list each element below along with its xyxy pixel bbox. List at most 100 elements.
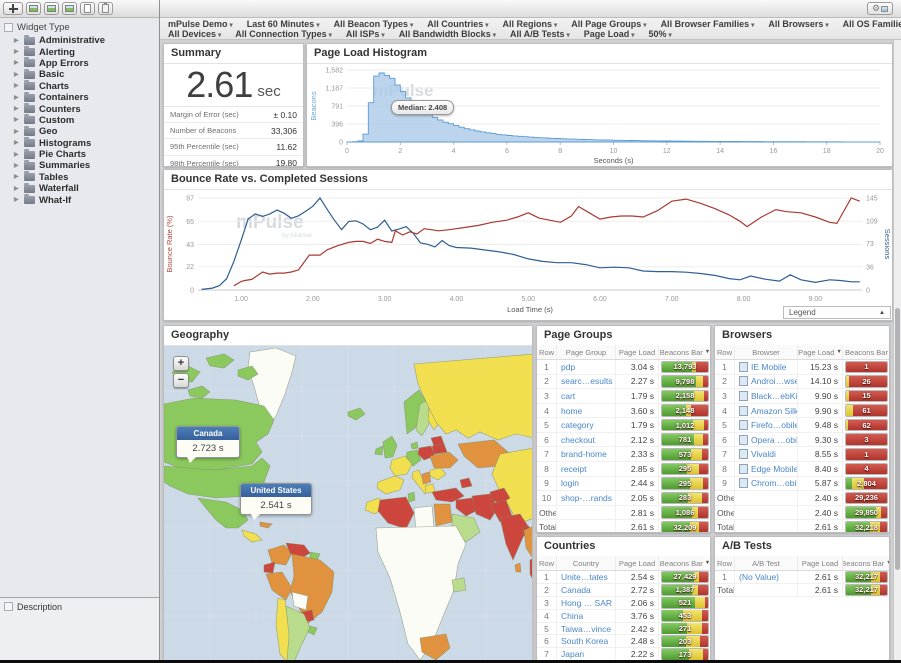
- world-map[interactable]: [164, 346, 533, 661]
- country-egypt[interactable]: [434, 504, 452, 526]
- item-link[interactable]: Black…ebKit: [751, 391, 798, 401]
- filter-all-regions[interactable]: All Regions▾: [503, 19, 558, 29]
- expand-triangle-icon[interactable]: ▶: [14, 197, 20, 203]
- sidebar-item-administrative[interactable]: ▶Administrative: [0, 35, 159, 46]
- sidebar-item-charts[interactable]: ▶Charts: [0, 81, 159, 92]
- filter-all-browser-families[interactable]: All Browser Families▾: [661, 19, 755, 29]
- sidebar-item-counters[interactable]: ▶Counters: [0, 103, 159, 114]
- sidebar-item-summaries[interactable]: ▶Summaries: [0, 160, 159, 171]
- item-link[interactable]: Androi…wser: [751, 376, 798, 386]
- item-link[interactable]: receipt: [561, 464, 587, 474]
- item-link[interactable]: Vivaldi: [751, 449, 776, 459]
- country-kenya[interactable]: [452, 578, 466, 592]
- tree-root-widget-type[interactable]: Widget Type: [0, 18, 159, 35]
- map-zoom-out-button[interactable]: −: [173, 373, 189, 388]
- filter-all-os-families[interactable]: All OS Families▾: [843, 19, 901, 29]
- country-sri-lanka[interactable]: [515, 563, 521, 572]
- widget-picture-button-1[interactable]: [26, 2, 41, 15]
- item-link[interactable]: Firefo…obile: [751, 420, 798, 430]
- copy-page-button[interactable]: [80, 2, 95, 15]
- column-header-a-b-test[interactable]: A/B Test: [735, 556, 798, 570]
- item-link[interactable]: shop-…rands: [561, 493, 612, 503]
- item-link[interactable]: Opera …obile: [751, 435, 798, 445]
- map-zoom-in-button[interactable]: +: [173, 356, 189, 371]
- filter-all-a-b-tests[interactable]: All A/B Tests▾: [510, 29, 570, 39]
- item-link[interactable]: Chrom…obile: [751, 478, 798, 488]
- sidebar-item-histograms[interactable]: ▶Histograms: [0, 138, 159, 149]
- sidebar-item-app-errors[interactable]: ▶App Errors: [0, 58, 159, 69]
- vertical-scrollbar[interactable]: [893, 40, 901, 661]
- filter-page-load[interactable]: Page Load▾: [584, 29, 635, 39]
- filter-all-bandwidth-blocks[interactable]: All Bandwidth Blocks▾: [399, 29, 496, 39]
- expand-triangle-icon[interactable]: ▶: [14, 129, 20, 135]
- item-link[interactable]: Hong … SAR: [561, 598, 612, 608]
- sidebar-item-basic[interactable]: ▶Basic: [0, 69, 159, 80]
- add-widget-button[interactable]: [3, 2, 23, 15]
- item-link[interactable]: home: [561, 406, 582, 416]
- item-link[interactable]: South Korea: [561, 636, 608, 646]
- expand-triangle-icon[interactable]: ▶: [14, 117, 20, 123]
- item-link[interactable]: searc…esults: [561, 376, 613, 386]
- item-link[interactable]: (No Value): [739, 572, 779, 582]
- expand-triangle-icon[interactable]: ▶: [14, 38, 20, 44]
- sidebar-item-alerting[interactable]: ▶Alerting: [0, 46, 159, 57]
- expand-triangle-icon[interactable]: ▶: [14, 152, 20, 158]
- item-link[interactable]: China: [561, 611, 583, 621]
- item-link[interactable]: Canada: [561, 585, 591, 595]
- sidebar-item-tables[interactable]: ▶Tables: [0, 172, 159, 183]
- column-header-row[interactable]: Row: [715, 556, 735, 570]
- sidebar-item-pie-charts[interactable]: ▶Pie Charts: [0, 149, 159, 160]
- sidebar-item-what-if[interactable]: ▶What-If: [0, 194, 159, 205]
- expand-triangle-icon[interactable]: ▶: [14, 72, 20, 78]
- column-header-beacons-bar[interactable]: Beacons Bar▼: [659, 345, 711, 359]
- column-header-row[interactable]: Row: [537, 556, 557, 570]
- column-header-beacons-bar[interactable]: Beacons Bar▼: [659, 556, 711, 570]
- expand-triangle-icon[interactable]: ▶: [14, 60, 20, 66]
- item-link[interactable]: pdp: [561, 362, 575, 372]
- expand-triangle-icon[interactable]: ▶: [14, 186, 20, 192]
- item-link[interactable]: Unite…tates: [561, 572, 608, 582]
- item-link[interactable]: Edge Mobile: [751, 464, 798, 474]
- sidebar-item-containers[interactable]: ▶Containers: [0, 92, 159, 103]
- item-link[interactable]: Japan: [561, 649, 584, 659]
- sidebar-item-waterfall[interactable]: ▶Waterfall: [0, 183, 159, 194]
- column-header-beacons-bar[interactable]: Beacons Bar▼: [843, 556, 890, 570]
- filter-mpulse-demo[interactable]: mPulse Demo▾: [168, 19, 233, 29]
- sidebar-item-geo[interactable]: ▶Geo: [0, 126, 159, 137]
- column-header-row[interactable]: Row: [715, 345, 735, 359]
- filter-50[interactable]: 50%▾: [649, 29, 672, 39]
- column-header-page-load[interactable]: Page Load: [616, 556, 659, 570]
- expand-triangle-icon[interactable]: ▶: [14, 106, 20, 112]
- item-link[interactable]: brand-home: [561, 449, 607, 459]
- filter-all-page-groups[interactable]: All Page Groups▾: [571, 19, 646, 29]
- country-balkans[interactable]: [422, 472, 431, 484]
- expand-triangle-icon[interactable]: ▶: [14, 140, 20, 146]
- legend-toggle[interactable]: Legend ▲: [783, 306, 891, 319]
- expand-triangle-icon[interactable]: ▶: [14, 95, 20, 101]
- country-tunisia[interactable]: [408, 492, 415, 502]
- dashboard-settings-button[interactable]: ⚙: [867, 2, 893, 15]
- scrollbar-thumb[interactable]: [895, 308, 900, 570]
- item-link[interactable]: Taiwa…vince: [561, 624, 611, 634]
- item-link[interactable]: category: [561, 420, 594, 430]
- description-panel[interactable]: Description: [0, 597, 159, 660]
- paste-page-button[interactable]: [98, 2, 113, 15]
- column-header-page-group[interactable]: Page Group: [557, 345, 616, 359]
- filter-all-connection-types[interactable]: All Connection Types▾: [235, 29, 332, 39]
- filter-all-beacon-types[interactable]: All Beacon Types▾: [334, 19, 414, 29]
- sidebar-item-custom[interactable]: ▶Custom: [0, 115, 159, 126]
- expand-triangle-icon[interactable]: ▶: [14, 163, 20, 169]
- column-header-page-load[interactable]: Page Load▼: [798, 345, 843, 359]
- column-header-browser[interactable]: Browser: [735, 345, 798, 359]
- item-link[interactable]: IE Mobile: [751, 362, 786, 372]
- filter-last-60-minutes[interactable]: Last 60 Minutes▾: [247, 19, 320, 29]
- column-header-row[interactable]: Row: [537, 345, 557, 359]
- column-header-country[interactable]: Country: [557, 556, 616, 570]
- widget-picture-button-2[interactable]: [44, 2, 59, 15]
- expand-triangle-icon[interactable]: ▶: [14, 174, 20, 180]
- item-link[interactable]: cart: [561, 391, 575, 401]
- expand-triangle-icon[interactable]: ▶: [14, 83, 20, 89]
- item-link[interactable]: checkout: [561, 435, 595, 445]
- filter-all-browsers[interactable]: All Browsers▾: [768, 19, 828, 29]
- item-link[interactable]: login: [561, 478, 579, 488]
